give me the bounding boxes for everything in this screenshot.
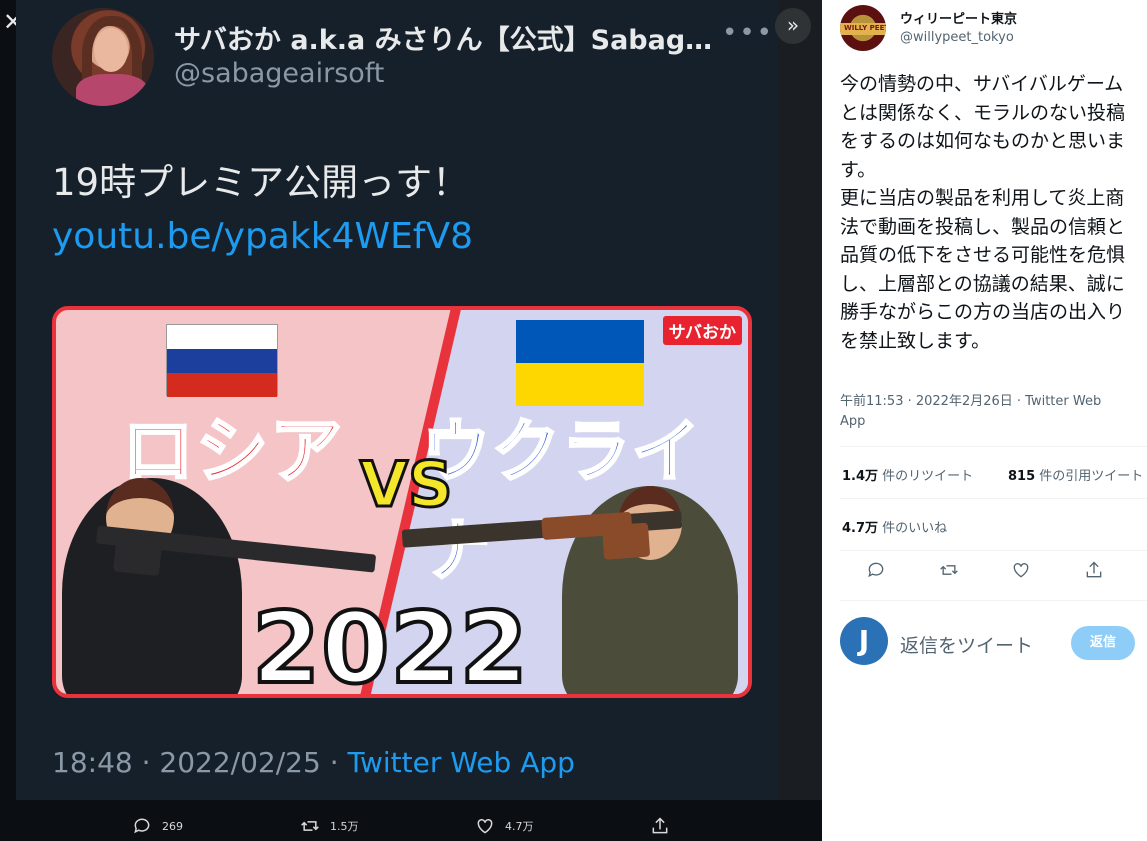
divider [840,600,1147,601]
retweet-icon [301,821,319,831]
tweet-meta: 18:48 · 2022/02/25 · Twitter Web App [52,746,575,779]
share-icon [652,817,668,834]
share-icon[interactable] [1084,560,1104,580]
reply-action[interactable]: 269 [132,814,183,838]
more-options-icon: ••• [722,18,775,48]
expand-panel-icon[interactable]: » [775,8,811,44]
heart-icon[interactable] [1011,560,1031,580]
like-stat[interactable]: 4.7万 件のいいね [842,517,947,536]
video-thumbnail: サバおか ロシア ウクライナ VS 2022 [52,306,752,698]
reply-count: 269 [162,819,183,833]
share-action[interactable] [650,814,670,838]
thumbnail-vs: VS [359,447,455,523]
thumbnail-year: 2022 [250,590,530,698]
reply-icon[interactable] [866,560,886,580]
reply-icon [134,818,150,834]
author-avatar [52,8,154,106]
media-action-bar [0,800,822,841]
reply-button[interactable]: 返信 [1071,626,1135,660]
panel-action-row [840,560,1130,590]
tweet-link: youtu.be/ypakk4WEfV8 [52,216,474,257]
retweet-icon[interactable] [939,560,959,580]
author-handle: @sabageairsoft [174,58,385,89]
shop-tweet-body: 今の情勢の中、サバイバルゲームとは関係なく、モラルのない投稿をするのは如何なもの… [840,73,1126,352]
shop-avatar-logo: WILLY PEET [844,24,886,32]
meta-sep-1: · [132,746,160,779]
retweet-action[interactable]: 1.5万 [300,814,359,838]
quote-stat[interactable]: 815 件の引用ツイート [1008,465,1143,484]
like-count: 4.7万 [505,820,534,833]
like-action[interactable]: 4.7万 [475,814,534,838]
tweet-app: Twitter Web App [347,746,575,779]
divider [840,446,1147,447]
retweet-count: 1.5万 [330,820,359,833]
retweet-stat[interactable]: 1.4万 件のリツイート [842,465,973,484]
shop-tweet-timestamp[interactable]: 午前11:53 · 2022年2月26日 · Twitter Web App [840,392,1128,432]
ukraine-flag [516,320,644,406]
channel-badge: サバおか [662,316,742,345]
tweet-detail-panel: WILLY PEET ウィリーピート東京 @willypeet_tokyo 今の… [822,0,1147,841]
person-left-figure [62,478,242,694]
tweet-text: 19時プレミア公開っす！ [52,161,470,204]
heart-icon [477,818,493,834]
tweet-time: 18:48 [52,746,133,779]
author-display-name: サバおか a.k.a みさりん【公式】Sabag... [174,25,714,56]
shop-handle[interactable]: @willypeet_tokyo [900,30,1014,45]
divider [840,550,1147,551]
embedded-tweet-screenshot: サバおか a.k.a みさりん【公式】Sabag... @sabageairso… [16,0,778,800]
shop-display-name[interactable]: ウィリーピート東京 [900,8,1017,27]
meta-sep-2: · [320,746,348,779]
divider [840,498,1147,499]
viewer-side-strip [778,0,822,841]
current-user-avatar[interactable]: J [840,617,888,665]
shop-avatar[interactable]: WILLY PEET [840,5,886,51]
tweet-date: 2022/02/25 [159,746,321,779]
reply-input[interactable]: 返信をツイート [900,631,1033,658]
russia-flag [166,324,278,397]
